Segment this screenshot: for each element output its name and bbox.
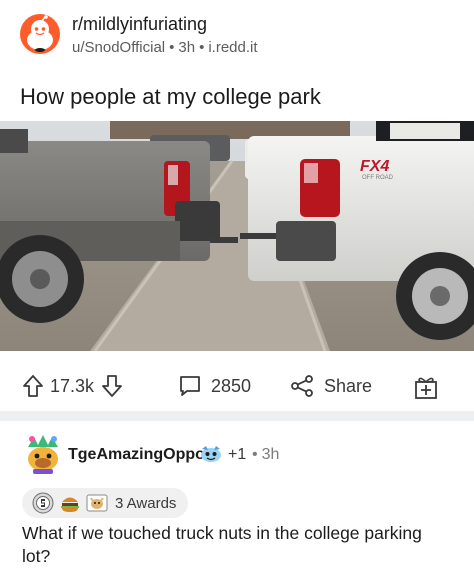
share-button[interactable]: Share [290,374,372,398]
post-header: r/mildlyinfuriating u/SnodOfficial • 3h • i.… [20,10,460,62]
comment-age: 3h [261,446,280,463]
upvote-icon[interactable] [22,374,44,398]
vote-score: 17.3k [50,375,95,396]
user-flair-icon [200,445,222,463]
burger-award-icon [59,492,81,514]
share-icon [290,374,314,398]
comment-count: 2850 [211,375,252,396]
post-age: 3h [178,39,196,56]
doge-award-icon [86,492,108,514]
image-fx4-badge: FX4 [360,158,389,175]
comments-button[interactable]: 2850 [178,374,251,398]
downvote-icon[interactable] [101,374,123,398]
meta-separator: • [252,446,258,463]
give-award-button[interactable] [414,374,438,400]
commenter-avatar[interactable] [22,433,64,475]
share-label: Share [324,375,373,396]
karma-delta: +1 [228,446,247,463]
vote-controls: 17.3k [22,374,123,398]
awards-label: 3 Awards [115,494,177,512]
awards-pill[interactable]: 3 Awards [22,488,188,518]
post-image[interactable]: FX4 OFF ROAD [0,121,474,351]
subreddit-name[interactable]: r/mildlyinfuriating [72,14,207,35]
image-offroad-badge: OFF ROAD [362,175,394,181]
silver-award-icon [32,492,54,514]
commenter-username[interactable]: TgeAmazingOppo [68,446,205,464]
post-domain[interactable]: i.redd.it [208,39,257,56]
comment: TgeAmazingOppo +1 • 3h 3 Awards What if w… [0,421,474,572]
comment-age-wrapper: • 3h [252,446,279,464]
post-author[interactable]: u/SnodOfficial [72,39,165,56]
meta-separator: • [169,39,175,56]
comment-icon [178,374,202,398]
post-action-bar: 17.3k 2850 Share [0,366,474,410]
comment-body: What if we touched truck nuts in the col… [22,523,422,566]
post-meta: u/SnodOfficial • 3h • i.redd.it [72,39,258,56]
give-award-icon [414,374,438,400]
meta-separator: • [199,39,205,56]
section-divider [0,411,474,421]
subreddit-avatar-icon[interactable] [20,14,60,54]
post-title[interactable]: How people at my college park [20,84,321,110]
